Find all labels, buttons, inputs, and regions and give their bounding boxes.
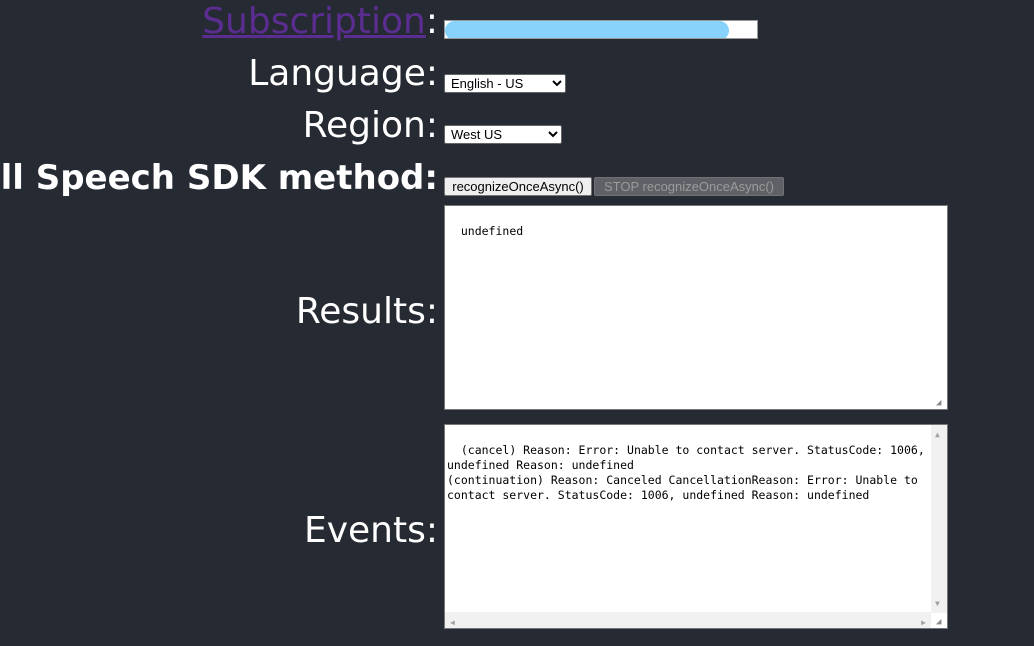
redaction-mark bbox=[445, 21, 729, 38]
stop-recognize-button[interactable]: STOP recognizeOnceAsync() bbox=[594, 177, 784, 196]
scroll-left-icon[interactable]: ◀ bbox=[450, 615, 455, 628]
events-textarea[interactable]: (cancel) Reason: Error: Unable to contac… bbox=[444, 424, 948, 629]
resize-grip-icon[interactable]: ◢ bbox=[936, 617, 946, 627]
region-select[interactable]: West US bbox=[444, 125, 562, 144]
events-label: Events: bbox=[303, 510, 438, 551]
subscription-label-row: Subscription: bbox=[202, 0, 438, 44]
results-textarea[interactable]: undefined ◢ bbox=[444, 205, 948, 410]
subscription-colon: : bbox=[425, 1, 438, 42]
results-label: Results: bbox=[295, 291, 438, 332]
resize-grip-icon[interactable]: ◢ bbox=[936, 398, 946, 408]
recognize-once-button[interactable]: recognizeOnceAsync() bbox=[444, 177, 592, 196]
events-text: (cancel) Reason: Error: Unable to contac… bbox=[447, 443, 925, 502]
language-label: Language: bbox=[248, 53, 438, 94]
method-label: Call Speech SDK method: bbox=[0, 158, 438, 198]
scroll-up-icon[interactable]: ▲ bbox=[935, 427, 940, 442]
horizontal-scrollbar[interactable]: ◀ ▶ bbox=[445, 612, 931, 628]
scroll-down-icon[interactable]: ▼ bbox=[935, 596, 940, 611]
subscription-key-input[interactable] bbox=[444, 20, 758, 39]
scroll-right-icon[interactable]: ▶ bbox=[921, 615, 926, 628]
subscription-link[interactable]: Subscription bbox=[202, 1, 426, 42]
results-text: undefined bbox=[460, 224, 524, 238]
language-select[interactable]: English - US bbox=[444, 74, 566, 93]
region-label: Region: bbox=[302, 105, 438, 146]
vertical-scrollbar[interactable]: ▲ ▼ bbox=[931, 425, 947, 613]
